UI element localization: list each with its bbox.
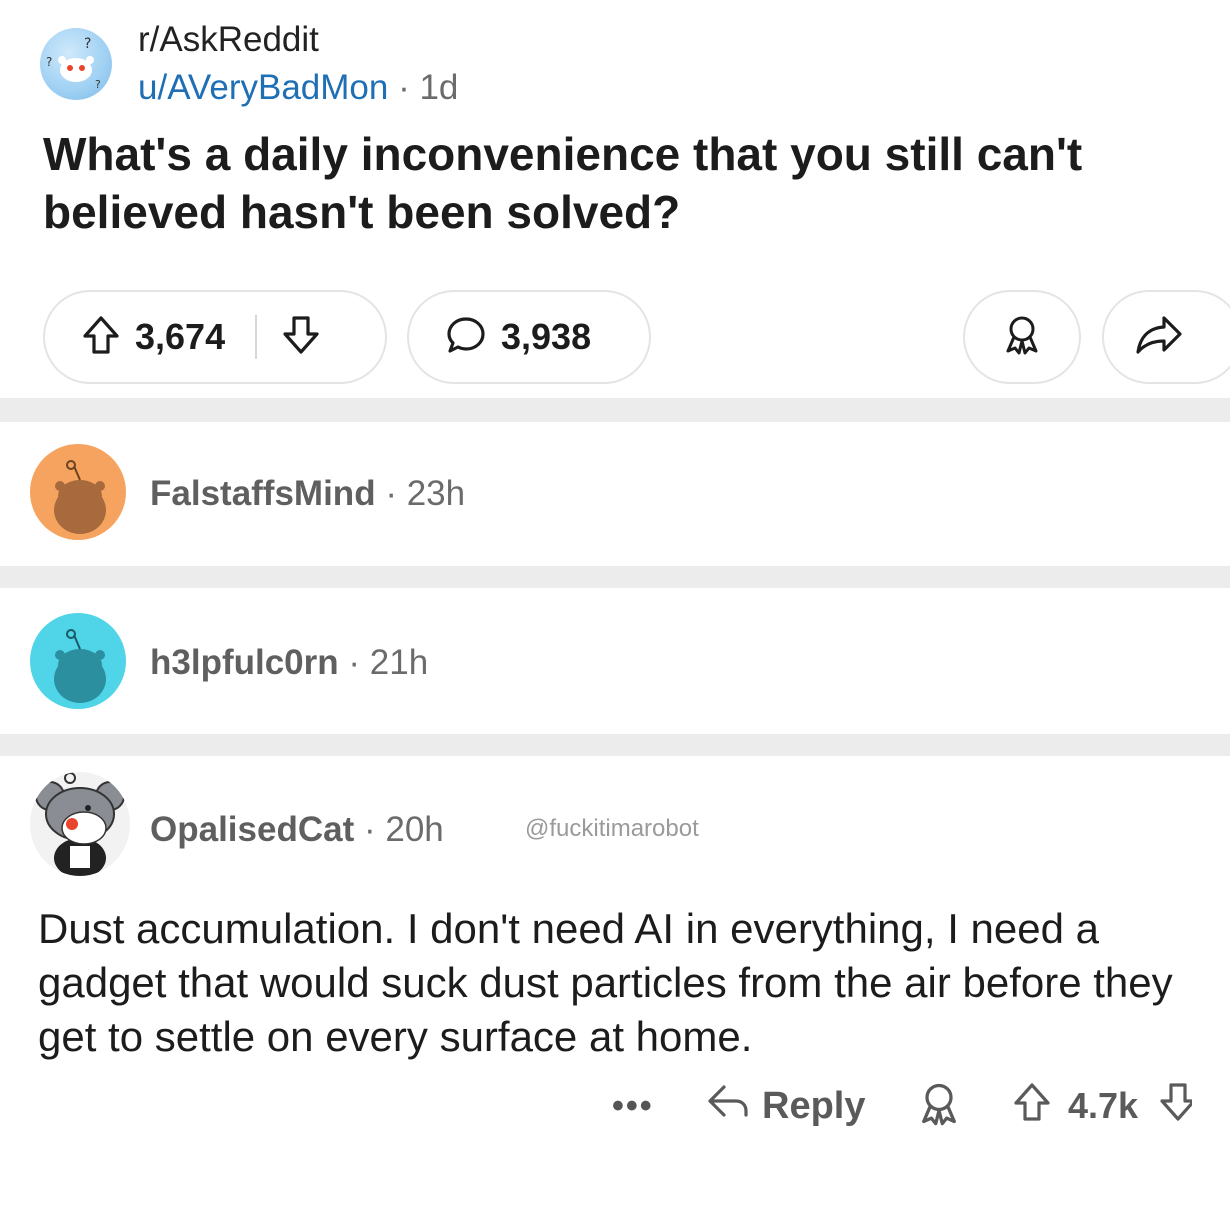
upvote-icon[interactable]: [81, 314, 121, 361]
snoo-avatar-icon: [54, 460, 106, 534]
share-icon: [1134, 314, 1184, 361]
upvote-icon[interactable]: [1012, 1081, 1052, 1132]
award-button[interactable]: [963, 290, 1081, 384]
comment-author[interactable]: FalstaffsMind: [150, 474, 376, 513]
comment-author[interactable]: OpalisedCat: [150, 810, 354, 849]
comment-count: 3,938: [501, 316, 592, 357]
vote-divider: [255, 315, 258, 359]
svg-text:?: ?: [95, 78, 101, 91]
reply-button[interactable]: Reply: [706, 1078, 865, 1134]
svg-text:?: ?: [46, 55, 52, 69]
comment-icon: [445, 314, 487, 361]
post-title[interactable]: What's a daily inconvenience that you st…: [43, 125, 1203, 241]
comments-button[interactable]: 3,938: [407, 290, 651, 384]
downvote-icon[interactable]: [1158, 1081, 1193, 1132]
award-icon: [1000, 313, 1044, 362]
comment-row[interactable]: FalstaffsMind · 23h: [30, 444, 1220, 544]
post-separator: [0, 398, 1230, 422]
comment-meta: FalstaffsMind · 23h: [150, 474, 465, 514]
meta-separator: ·: [398, 68, 410, 107]
comment-meta: h3lpfulc0rn · 21h: [150, 643, 428, 683]
comment-meta: OpalisedCat · 20h: [150, 810, 444, 850]
meta-separator: ·: [385, 474, 397, 513]
subreddit-avatar[interactable]: ? ? ?: [40, 28, 112, 100]
downvote-icon[interactable]: [281, 314, 321, 361]
comment-age: 21h: [369, 643, 429, 682]
snoo-cat-avatar-icon: [35, 772, 125, 876]
award-icon: [915, 1080, 963, 1133]
reply-icon: [706, 1081, 752, 1131]
snoo-confused-icon: ? ? ?: [46, 36, 101, 91]
comment-age: 23h: [406, 474, 466, 513]
meta-separator: ·: [348, 643, 361, 682]
post-meta: u/AVeryBadMon · 1d: [138, 68, 458, 108]
meta-separator: ·: [363, 810, 376, 849]
share-button[interactable]: [1102, 290, 1230, 384]
vote-pill: 3,674: [43, 290, 387, 384]
upvote-count: 3,674: [135, 316, 226, 357]
more-icon: •••: [612, 1086, 654, 1125]
comment-separator: [0, 734, 1230, 756]
comment-vote: 4.7k: [1012, 1078, 1193, 1134]
avatar[interactable]: [30, 613, 126, 709]
comment-score: 4.7k: [1068, 1085, 1139, 1126]
post-header: ? ? ? r/AskReddit u/AVeryBadMon · 1d: [40, 18, 1190, 108]
post-author[interactable]: u/AVeryBadMon: [138, 68, 388, 107]
avatar[interactable]: [30, 444, 126, 540]
subreddit-name[interactable]: r/AskReddit: [138, 20, 319, 60]
post-age: 1d: [419, 68, 459, 107]
comment-age: 20h: [385, 810, 444, 849]
comment-row[interactable]: h3lpfulc0rn · 21h: [30, 613, 1220, 713]
more-options-button[interactable]: •••: [612, 1078, 654, 1134]
snoo-avatar-icon: [54, 629, 106, 703]
comment-award-button[interactable]: [915, 1078, 963, 1134]
avatar[interactable]: [30, 772, 130, 876]
comment-author[interactable]: h3lpfulc0rn: [150, 643, 339, 682]
comment-separator: [0, 566, 1230, 588]
watermark: @fuckitimarobot: [525, 815, 699, 842]
comment-body: Dust accumulation. I don't need AI in ev…: [38, 905, 1173, 1060]
svg-text:?: ?: [84, 36, 91, 52]
reply-label: Reply: [762, 1084, 866, 1127]
